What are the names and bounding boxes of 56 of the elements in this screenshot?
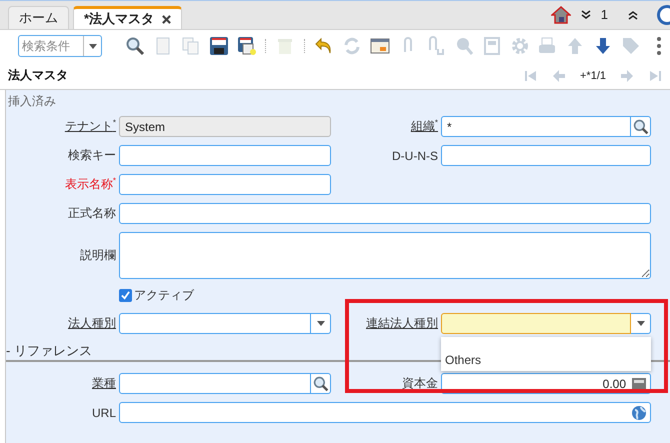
url-field[interactable] bbox=[119, 402, 651, 423]
field-label: 説明欄 bbox=[80, 247, 116, 264]
active-checkbox[interactable]: アクティブ bbox=[119, 287, 194, 304]
field-link[interactable]: 業種 bbox=[92, 375, 116, 392]
dropdown-button[interactable] bbox=[311, 313, 331, 334]
text-field[interactable] bbox=[119, 203, 651, 224]
dropdown-button[interactable] bbox=[631, 313, 651, 334]
more-icon[interactable] bbox=[654, 36, 663, 56]
field-link[interactable]: 組織$^{*}$ bbox=[410, 118, 438, 135]
dropdown-field[interactable] bbox=[119, 313, 311, 334]
close-icon[interactable] bbox=[162, 14, 172, 24]
home-icon[interactable] bbox=[550, 6, 571, 24]
field-label: 表示名称$^{*}$ bbox=[64, 176, 116, 193]
text-area[interactable] bbox=[119, 232, 651, 279]
checkbox-label: アクティブ bbox=[134, 287, 194, 304]
check-icon bbox=[121, 291, 130, 300]
dropdown-field[interactable] bbox=[441, 313, 631, 334]
field-link[interactable]: 法人種別 bbox=[68, 315, 116, 332]
field-label: D-U-N-S bbox=[392, 148, 438, 162]
record-title: 法人マスタ bbox=[8, 67, 68, 84]
lookup-field[interactable] bbox=[119, 373, 311, 394]
caret-icon bbox=[636, 321, 644, 326]
checkbox[interactable] bbox=[119, 289, 132, 302]
lookup-button[interactable] bbox=[631, 116, 651, 137]
globe-icon[interactable] bbox=[631, 404, 647, 420]
caret-icon bbox=[316, 321, 324, 326]
tab[interactable]: ホーム bbox=[8, 6, 69, 29]
record-position: +*1/1 bbox=[580, 70, 606, 82]
text-field[interactable]: System bbox=[119, 116, 331, 137]
lookup-button[interactable] bbox=[311, 373, 331, 394]
field-label: 検索キー bbox=[68, 147, 116, 164]
field-label: URL bbox=[92, 406, 116, 420]
field-label: 正式名称 bbox=[68, 205, 116, 222]
text-field[interactable] bbox=[119, 145, 331, 166]
lookup-field[interactable]: * bbox=[441, 116, 631, 137]
search-criteria-input[interactable]: 検索条件 bbox=[19, 36, 83, 56]
text-field[interactable] bbox=[441, 145, 651, 166]
table-icon[interactable] bbox=[370, 36, 390, 56]
collapse-down-icon[interactable] bbox=[580, 10, 591, 20]
search-icon bbox=[312, 376, 328, 392]
field-link[interactable]: テナント$^{*}$ bbox=[64, 118, 116, 135]
search-icon[interactable] bbox=[124, 36, 145, 56]
text-field[interactable] bbox=[119, 174, 331, 195]
notification-count: 1 bbox=[600, 7, 608, 22]
field-label: 資本金 bbox=[402, 375, 438, 392]
section-header[interactable]: - リファレンス bbox=[6, 342, 92, 360]
collapse-up-icon[interactable] bbox=[628, 10, 638, 20]
tab[interactable]: *法人マスタ bbox=[73, 6, 182, 29]
caret-icon bbox=[88, 44, 96, 48]
floppy-disk-icon[interactable] bbox=[236, 36, 256, 56]
dropdown-option[interactable]: Others bbox=[441, 349, 651, 371]
field-link[interactable]: 連結法人種別 bbox=[366, 315, 438, 332]
calculator-icon[interactable] bbox=[631, 376, 647, 390]
search-icon bbox=[632, 118, 648, 134]
search-criteria-combo[interactable]: 検索条件 bbox=[18, 35, 102, 57]
record-status: 挿入済み bbox=[7, 93, 57, 108]
